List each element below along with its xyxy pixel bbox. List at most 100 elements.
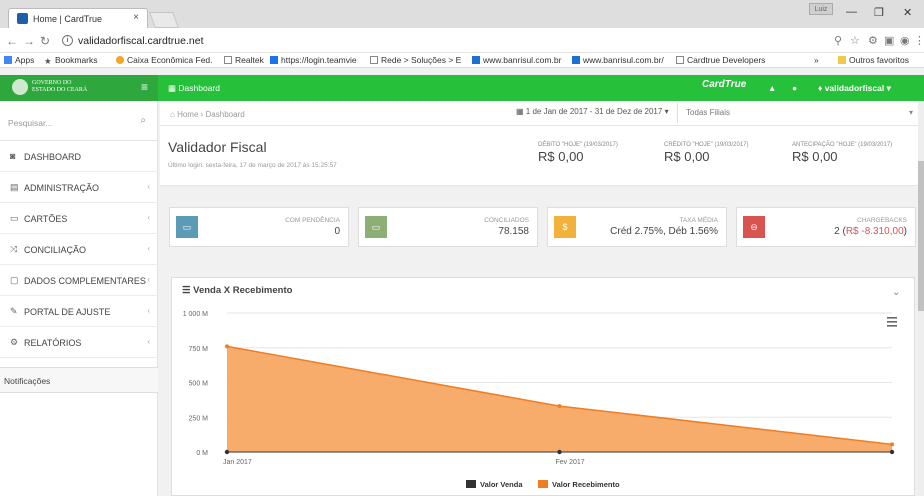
sidebar-item-cartoes[interactable]: ▭ CARTÕES ‹ bbox=[0, 203, 158, 234]
bookmark-caixa[interactable]: Caixa Econômica Fed. bbox=[116, 55, 213, 65]
browser-tab[interactable]: Home | CardTrue × bbox=[8, 8, 148, 28]
chevron-left-icon: ‹ bbox=[147, 244, 150, 253]
legend-label-valor-venda: Valor Venda bbox=[480, 480, 523, 489]
address-bar[interactable]: i validadorfiscal.cardtrue.net bbox=[58, 32, 830, 50]
card-icon: ▭ bbox=[176, 216, 198, 238]
search-input[interactable]: Pesquisar... bbox=[8, 118, 52, 128]
y-tick-label: 500 M bbox=[189, 381, 209, 388]
banrisul-icon bbox=[472, 56, 480, 64]
bookmarks-more[interactable]: » bbox=[814, 55, 819, 65]
forward-icon[interactable]: → bbox=[23, 34, 35, 48]
chargeback-value: R$ -8.310,00 bbox=[845, 226, 904, 237]
menu-icon[interactable]: ⋮ bbox=[914, 34, 924, 47]
filiais-select[interactable]: Todas Filiais ▾ bbox=[677, 103, 917, 123]
dashboard-link[interactable]: ▦ Dashboard bbox=[168, 83, 220, 94]
chart-menu-icon bbox=[887, 321, 897, 323]
calendar-icon: ▦ bbox=[516, 107, 526, 116]
chevron-down-icon: ▾ bbox=[908, 108, 913, 117]
page-title: Validador Fiscal bbox=[168, 139, 267, 155]
zoom-icon[interactable]: ⚲ bbox=[834, 34, 842, 47]
stat-debito: DÉBITO "HOJE" (19/03/2017) R$ 0,00 bbox=[538, 142, 618, 164]
logo-line1: GOVERNO DO bbox=[32, 80, 72, 86]
card-icon: ▭ bbox=[365, 216, 387, 238]
logo-line2: ESTADO DO CEARÁ bbox=[32, 87, 88, 93]
box-conciliados: ▭ CONCILIADOS 78.158 bbox=[358, 207, 538, 247]
user-icon: ♦ bbox=[818, 83, 825, 93]
sidebar-item-portal-de-ajuste[interactable]: ✎ PORTAL DE AJUSTE ‹ bbox=[0, 296, 158, 327]
chevron-left-icon: ‹ bbox=[147, 213, 150, 222]
caixa-icon bbox=[116, 56, 124, 64]
window-close-icon[interactable]: ✕ bbox=[903, 6, 912, 19]
user-menu[interactable]: ♦ validadorfiscal ▾ bbox=[818, 83, 891, 94]
info-icon[interactable]: i bbox=[62, 35, 73, 46]
sidebar-item-relatorios[interactable]: ⚙ RELATÓRIOS ‹ bbox=[0, 327, 158, 358]
scrollbar-thumb[interactable] bbox=[918, 161, 924, 311]
bookmark-other[interactable]: Outros favoritos bbox=[838, 55, 909, 65]
date-range-picker[interactable]: ▦ 1 de Jan de 2017 - 31 de Dez de 2017 ▾ bbox=[516, 107, 669, 116]
page-icon bbox=[370, 56, 378, 64]
tab-close-icon[interactable]: × bbox=[133, 12, 139, 23]
user-icon[interactable]: ● bbox=[792, 83, 797, 93]
extension-icon[interactable]: ◉ bbox=[900, 34, 910, 47]
hamburger-icon[interactable]: ≡ bbox=[141, 80, 148, 94]
y-tick-label: 1 000 M bbox=[183, 311, 208, 318]
alert-icon[interactable]: ▲ bbox=[768, 83, 776, 93]
bookmark-rede[interactable]: Rede > Soluções > E bbox=[370, 55, 461, 65]
bookmark-teamviewer[interactable]: https://login.teamvie bbox=[270, 55, 357, 65]
chevron-left-icon: ‹ bbox=[147, 337, 150, 346]
bookmark-cardtrue-dev[interactable]: Cardtrue Developers bbox=[676, 55, 765, 65]
box-com-pendencia: ▭ COM PENDÊNCIA 0 bbox=[169, 207, 349, 247]
box-taxa-media: $ TAXA MÉDIA Créd 2.75%, Déb 1.56% bbox=[547, 207, 727, 247]
legend-swatch-valor-recebimento bbox=[538, 480, 548, 488]
folder-icon: ▢ bbox=[10, 275, 19, 285]
chart-menu-icon bbox=[887, 325, 897, 327]
legend-label-valor-recebimento: Valor Recebimento bbox=[552, 480, 620, 489]
page-scrollbar[interactable] bbox=[918, 101, 924, 496]
bookmark-bookmarks[interactable]: ★ Bookmarks bbox=[44, 55, 98, 66]
profile-badge[interactable]: Luiz bbox=[809, 3, 833, 15]
banrisul-icon bbox=[572, 56, 580, 64]
chart-panel: ☰ Venda X Recebimento ⌄ 0 M 250 M 500 M 750… bbox=[171, 277, 915, 496]
summary-panel: Validador Fiscal Último login: sexta-fei… bbox=[160, 126, 924, 186]
search-icon[interactable]: ⌕ bbox=[140, 115, 146, 126]
bookmark-banrisul[interactable]: www.banrisul.com.br bbox=[472, 55, 561, 65]
bookmarks-bar: Apps ★ Bookmarks Caixa Econômica Fed. Rea… bbox=[0, 53, 924, 68]
chevron-left-icon: ‹ bbox=[147, 275, 150, 284]
sidebar-item-administracao[interactable]: ▤ ADMINISTRAÇÃO ‹ bbox=[0, 172, 158, 203]
minimize-icon[interactable]: — bbox=[846, 6, 857, 18]
legend-swatch-valor-venda bbox=[466, 480, 476, 488]
cogs-icon: ⚙ bbox=[10, 337, 19, 347]
credit-card-icon: ▭ bbox=[10, 213, 19, 223]
point-valor-venda bbox=[224, 449, 230, 455]
collapse-icon[interactable]: ⌄ bbox=[892, 287, 900, 298]
apps-icon bbox=[4, 56, 12, 64]
brand-logo: CardTrue bbox=[702, 79, 747, 90]
star-icon[interactable]: ☆ bbox=[850, 34, 860, 47]
restore-icon[interactable]: ❐ bbox=[874, 6, 884, 19]
back-icon[interactable]: ← bbox=[6, 34, 18, 48]
chart-menu-icon bbox=[887, 317, 897, 319]
notifications-section[interactable]: Notificações bbox=[0, 367, 158, 393]
browser-title-bar: Home | CardTrue × Luiz — ❐ ✕ bbox=[0, 0, 924, 28]
sidebar-item-conciliacao[interactable]: ⤨ CONCILIAÇÃO ‹ bbox=[0, 234, 158, 265]
bookmark-realtek[interactable]: Realtek bbox=[224, 55, 264, 65]
reload-icon[interactable]: ↻ bbox=[40, 34, 50, 48]
sidebar-item-dados-complementares[interactable]: ▢ DADOS COMPLEMENTARES ‹ bbox=[0, 265, 158, 296]
bookmark-apps[interactable]: Apps bbox=[4, 55, 34, 65]
tab-title: Home | CardTrue bbox=[33, 14, 103, 24]
breadcrumb-current: Dashboard bbox=[205, 110, 245, 119]
seal-icon bbox=[12, 79, 28, 95]
bookmark-banrisul-2[interactable]: www.banrisul.com.br/ bbox=[572, 55, 664, 65]
url-text: validadorfiscal.cardtrue.net bbox=[78, 35, 204, 47]
dollar-icon: $ bbox=[554, 216, 576, 238]
stat-credito: CRÉDITO "HOJE" (19/03/2017) R$ 0,00 bbox=[664, 142, 749, 164]
dashboard-icon: ▦ bbox=[168, 83, 179, 93]
point-valor-venda bbox=[889, 449, 895, 455]
extension-icon[interactable]: ▣ bbox=[884, 34, 894, 47]
new-tab-button[interactable] bbox=[149, 12, 179, 28]
app-header: GOVERNO DO ESTADO DO CEARÁ ≡ ▦ Dashboard … bbox=[0, 75, 924, 101]
chart-title: ☰ Venda X Recebimento bbox=[182, 285, 293, 296]
sidebar-item-dashboard[interactable]: ◙ DASHBOARD bbox=[0, 141, 158, 172]
extension-icon[interactable]: ⚙ bbox=[868, 34, 878, 47]
breadcrumb-home[interactable]: Home bbox=[177, 110, 198, 119]
